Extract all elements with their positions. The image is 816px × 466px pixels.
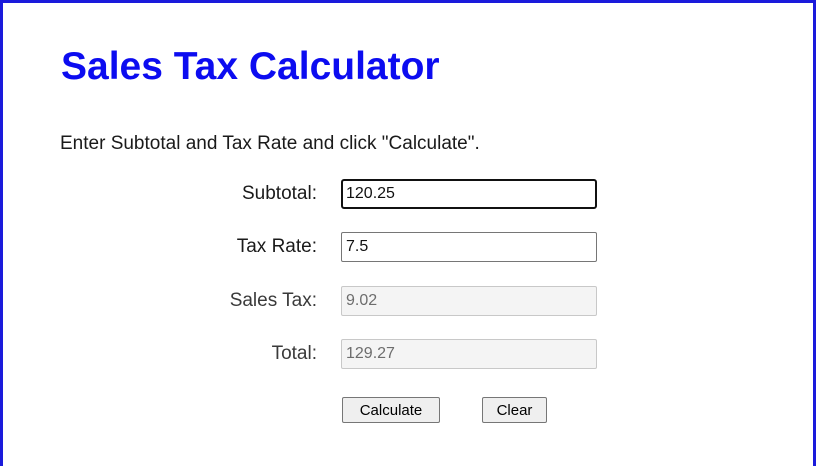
sales-tax-label: Sales Tax: xyxy=(229,290,317,311)
instructions-text: Enter Subtotal and Tax Rate and click "C… xyxy=(60,133,480,154)
subtotal-label: Subtotal: xyxy=(242,183,317,204)
sales-tax-row: Sales Tax: xyxy=(3,286,816,316)
calculator-page: Sales Tax Calculator Enter Subtotal and … xyxy=(0,0,816,466)
subtotal-row: Subtotal: xyxy=(3,179,816,209)
total-row: Total: xyxy=(3,339,816,369)
total-label: Total: xyxy=(271,343,317,364)
tax-rate-input[interactable] xyxy=(341,232,597,262)
tax-rate-row: Tax Rate: xyxy=(3,232,816,262)
calculate-button[interactable]: Calculate xyxy=(342,397,440,423)
sales-tax-output xyxy=(341,286,597,316)
tax-rate-label: Tax Rate: xyxy=(236,236,317,257)
clear-button[interactable]: Clear xyxy=(482,397,547,423)
page-title: Sales Tax Calculator xyxy=(61,45,440,88)
subtotal-input[interactable] xyxy=(341,179,597,209)
total-output xyxy=(341,339,597,369)
